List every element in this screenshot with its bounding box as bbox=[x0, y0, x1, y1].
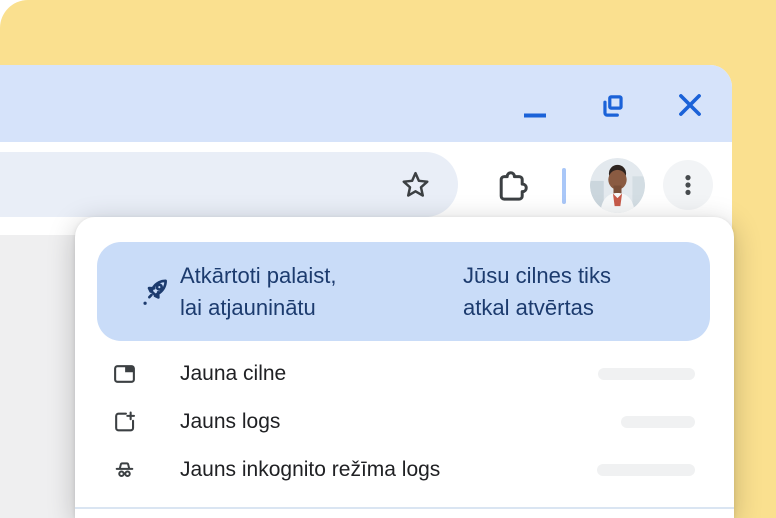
banner-action-text: Atkārtoti palaist, lai atjauninātu bbox=[180, 260, 337, 324]
relaunch-to-update-banner[interactable]: Atkārtoti palaist, lai atjauninātu Jūsu … bbox=[97, 242, 710, 341]
banner-action-line2: lai atjauninātu bbox=[180, 292, 337, 324]
chrome-menu-popup: Atkārtoti palaist, lai atjauninātu Jūsu … bbox=[75, 217, 734, 518]
restore-icon bbox=[598, 91, 628, 121]
avatar-photo bbox=[590, 158, 645, 213]
more-menu-button[interactable] bbox=[663, 160, 713, 210]
menu-section-divider bbox=[75, 507, 734, 509]
menu-item-new-incognito-window[interactable]: Jauns inkognito režīma logs bbox=[75, 446, 734, 494]
extensions-puzzle-icon bbox=[494, 167, 530, 203]
minimize-button[interactable] bbox=[517, 97, 551, 131]
banner-info-line1: Jūsu cilnes tiks bbox=[463, 260, 611, 292]
profile-avatar-button[interactable] bbox=[590, 158, 645, 213]
new-window-icon bbox=[112, 410, 137, 435]
rocket-icon bbox=[138, 273, 175, 310]
menu-item-label: Jauns logs bbox=[180, 410, 280, 434]
shortcut-placeholder bbox=[597, 464, 695, 476]
screenshot-canvas: Atkārtoti palaist, lai atjauninātu Jūsu … bbox=[0, 0, 776, 518]
more-vertical-icon bbox=[675, 172, 701, 198]
banner-info-line2: atkal atvērtas bbox=[463, 292, 611, 324]
close-button[interactable] bbox=[673, 88, 707, 122]
restore-button[interactable] bbox=[596, 89, 630, 123]
new-tab-icon bbox=[112, 362, 137, 387]
star-icon bbox=[399, 169, 432, 202]
bookmark-button[interactable] bbox=[393, 163, 437, 207]
window-titlebar[interactable] bbox=[0, 65, 732, 142]
menu-item-label: Jauna cilne bbox=[180, 362, 286, 386]
close-icon bbox=[675, 90, 705, 120]
shortcut-placeholder bbox=[621, 416, 695, 428]
banner-info-text: Jūsu cilnes tiks atkal atvērtas bbox=[463, 260, 611, 324]
minimize-icon bbox=[520, 100, 548, 128]
menu-item-list: Jauna cilne Jauns logs bbox=[75, 350, 734, 494]
profile-divider bbox=[562, 168, 566, 204]
extensions-button[interactable] bbox=[490, 163, 534, 207]
menu-item-new-tab[interactable]: Jauna cilne bbox=[75, 350, 734, 398]
address-bar[interactable] bbox=[0, 152, 458, 217]
menu-item-label: Jauns inkognito režīma logs bbox=[180, 458, 440, 482]
menu-item-new-window[interactable]: Jauns logs bbox=[75, 398, 734, 446]
incognito-icon bbox=[112, 458, 137, 483]
shortcut-placeholder bbox=[598, 368, 695, 380]
banner-action-line1: Atkārtoti palaist, bbox=[180, 260, 337, 292]
